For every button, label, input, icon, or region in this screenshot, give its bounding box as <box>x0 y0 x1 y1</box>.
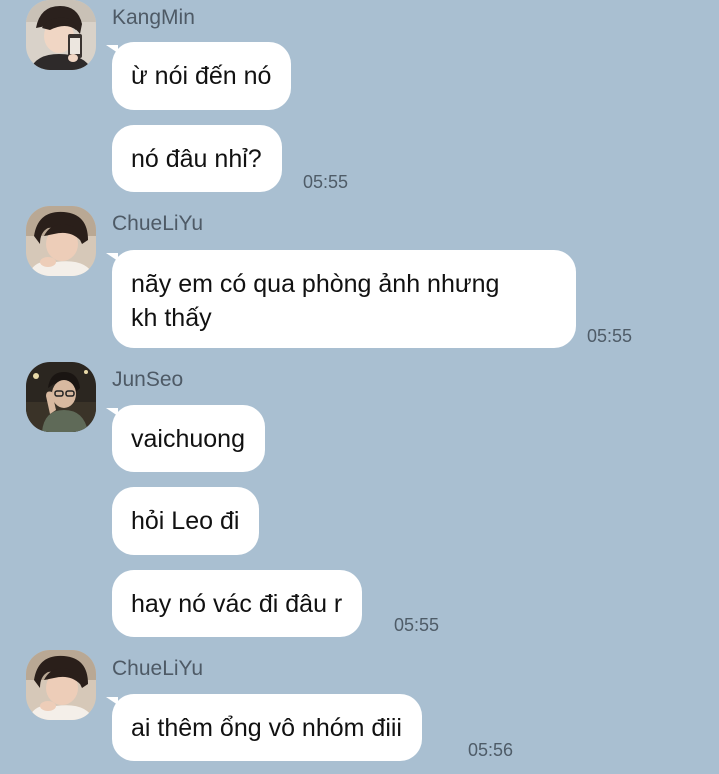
avatar-kangmin-icon <box>26 0 96 70</box>
message-bubble[interactable]: vaichuong <box>106 405 265 472</box>
avatar-chueliyu[interactable] <box>26 650 96 720</box>
sender-name: ChueLiYu <box>112 212 204 235</box>
message-bubble[interactable]: ừ nói đến nó <box>105 42 292 110</box>
message-timestamp: 05:55 <box>303 172 349 192</box>
message-timestamp: 05:55 <box>394 615 440 635</box>
message-bubble[interactable]: hỏi Leo đi <box>112 487 260 555</box>
message-bubble[interactable]: nó đâu nhỉ? <box>112 125 282 192</box>
avatar-chueliyu-icon <box>26 206 96 276</box>
avatar-chueliyu[interactable] <box>26 206 96 276</box>
message-bubble[interactable]: hay nó vác đi đâu r <box>112 570 363 637</box>
avatar-junseo[interactable] <box>26 362 96 432</box>
message-bubble[interactable]: nãy em có qua phòng ảnh nhưng kh thấy <box>106 250 576 348</box>
sender-name: KangMin <box>112 6 195 29</box>
message-bubble[interactable]: ai thêm ổng vô nhóm điii <box>106 694 422 761</box>
avatar-junseo-icon <box>26 362 96 432</box>
sender-name: ChueLiYu <box>112 657 204 680</box>
message-timestamp: 05:55 <box>587 326 633 346</box>
sender-name: JunSeo <box>112 368 184 391</box>
message-timestamp: 05:56 <box>468 740 514 760</box>
avatar-kangmin[interactable] <box>26 0 96 70</box>
avatar-chueliyu-icon <box>26 650 96 720</box>
